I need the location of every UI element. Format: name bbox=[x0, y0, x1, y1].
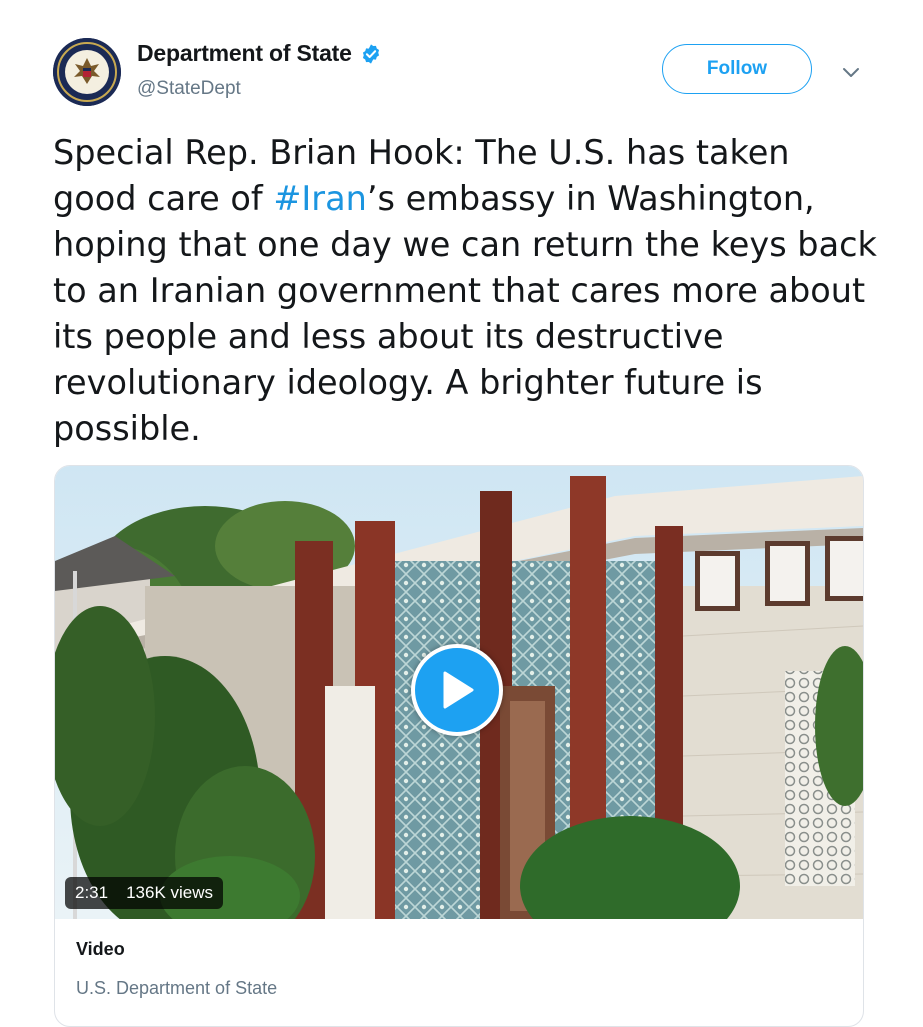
avatar[interactable] bbox=[53, 38, 121, 106]
video-thumbnail[interactable]: 2:31 136K views bbox=[55, 466, 863, 919]
video-views: 136K views bbox=[126, 883, 214, 902]
follow-button[interactable]: Follow bbox=[662, 44, 812, 94]
tweet-text-part: ’s embassy in Washington, hoping that on… bbox=[53, 179, 877, 448]
hashtag-link[interactable]: #Iran bbox=[273, 179, 366, 218]
card-info: Video U.S. Department of State bbox=[76, 939, 277, 999]
account-name-row: Department of State bbox=[137, 40, 382, 67]
play-button[interactable] bbox=[411, 644, 503, 736]
video-stats-badge: 2:31 136K views bbox=[65, 877, 224, 909]
video-card[interactable]: 2:31 136K views Video U.S. Department of… bbox=[54, 465, 864, 1027]
play-icon bbox=[443, 671, 474, 709]
card-title: Video bbox=[76, 939, 125, 959]
chevron-down-icon[interactable] bbox=[838, 62, 864, 82]
tweet-text: Special Rep. Brian Hook: The U.S. has ta… bbox=[53, 130, 883, 452]
card-source: U.S. Department of State bbox=[76, 978, 278, 998]
account-name[interactable]: Department of State bbox=[137, 40, 352, 67]
video-duration: 2:31 bbox=[75, 883, 109, 902]
account-handle[interactable]: @StateDept bbox=[137, 78, 241, 100]
verified-badge-icon bbox=[362, 43, 379, 64]
